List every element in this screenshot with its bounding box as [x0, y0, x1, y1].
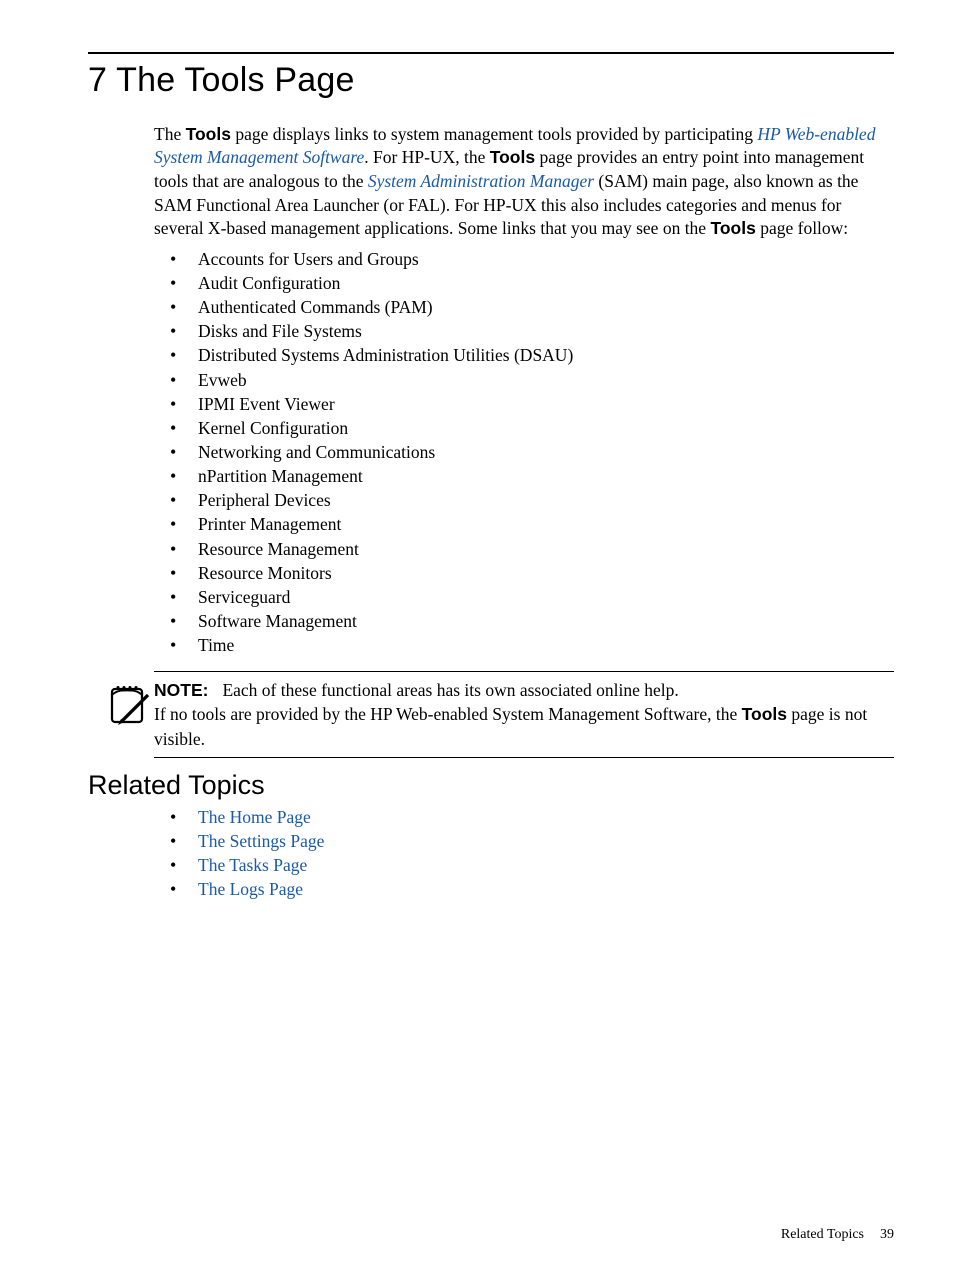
footer-page-number: 39: [880, 1227, 894, 1242]
related-topics-list: The Home Page The Settings Page The Task…: [154, 805, 894, 902]
list-item: Time: [182, 633, 892, 657]
list-item: nPartition Management: [182, 464, 892, 488]
list-item: IPMI Event Viewer: [182, 392, 892, 416]
chapter-title: 7 The Tools Page: [88, 60, 894, 101]
list-item: Evweb: [182, 368, 892, 392]
note-line-2a: If no tools are provided by the HP Web-e…: [154, 704, 742, 724]
list-item: Distributed Systems Administration Utili…: [182, 343, 892, 367]
list-item: Resource Monitors: [182, 561, 892, 585]
list-item: Software Management: [182, 609, 892, 633]
intro-text: page follow:: [756, 218, 848, 238]
tools-list: Accounts for Users and Groups Audit Conf…: [154, 247, 892, 657]
list-item: Printer Management: [182, 512, 892, 536]
list-item: Accounts for Users and Groups: [182, 247, 892, 271]
list-item: Disks and File Systems: [182, 319, 892, 343]
intro-bold-tools-2: Tools: [490, 147, 535, 167]
list-item: Networking and Communications: [182, 440, 892, 464]
link-home-page[interactable]: The Home Page: [198, 807, 311, 827]
link-sam[interactable]: System Administration Manager: [368, 171, 594, 191]
list-item: The Logs Page: [182, 877, 894, 901]
note-icon: [106, 678, 154, 750]
link-tasks-page[interactable]: The Tasks Page: [198, 855, 307, 875]
list-item: Serviceguard: [182, 585, 892, 609]
intro-text: . For HP-UX, the: [364, 147, 489, 167]
top-rule: [88, 52, 894, 54]
list-item: The Settings Page: [182, 829, 894, 853]
link-settings-page[interactable]: The Settings Page: [198, 831, 324, 851]
list-item: The Tasks Page: [182, 853, 894, 877]
related-topics-title: Related Topics: [88, 770, 894, 801]
intro-text: The: [154, 124, 186, 144]
link-logs-page[interactable]: The Logs Page: [198, 879, 303, 899]
footer-section-label: Related Topics: [781, 1227, 864, 1242]
intro-paragraph: The Tools page displays links to system …: [154, 123, 892, 241]
intro-text: page displays links to system management…: [231, 124, 757, 144]
page-footer: Related Topics 39: [781, 1227, 894, 1243]
list-item: Resource Management: [182, 537, 892, 561]
list-item: Authenticated Commands (PAM): [182, 295, 892, 319]
list-item: The Home Page: [182, 805, 894, 829]
note-block: NOTE: Each of these functional areas has …: [88, 671, 894, 757]
list-item: Kernel Configuration: [182, 416, 892, 440]
note-label: NOTE:: [154, 680, 208, 700]
list-item: Audit Configuration: [182, 271, 892, 295]
list-item: Peripheral Devices: [182, 488, 892, 512]
note-bold-tools: Tools: [742, 704, 787, 724]
intro-bold-tools-1: Tools: [186, 124, 231, 144]
note-rule-bottom: [154, 757, 894, 758]
note-line-1: Each of these functional areas has its o…: [222, 680, 678, 700]
intro-bold-tools-3: Tools: [710, 218, 755, 238]
